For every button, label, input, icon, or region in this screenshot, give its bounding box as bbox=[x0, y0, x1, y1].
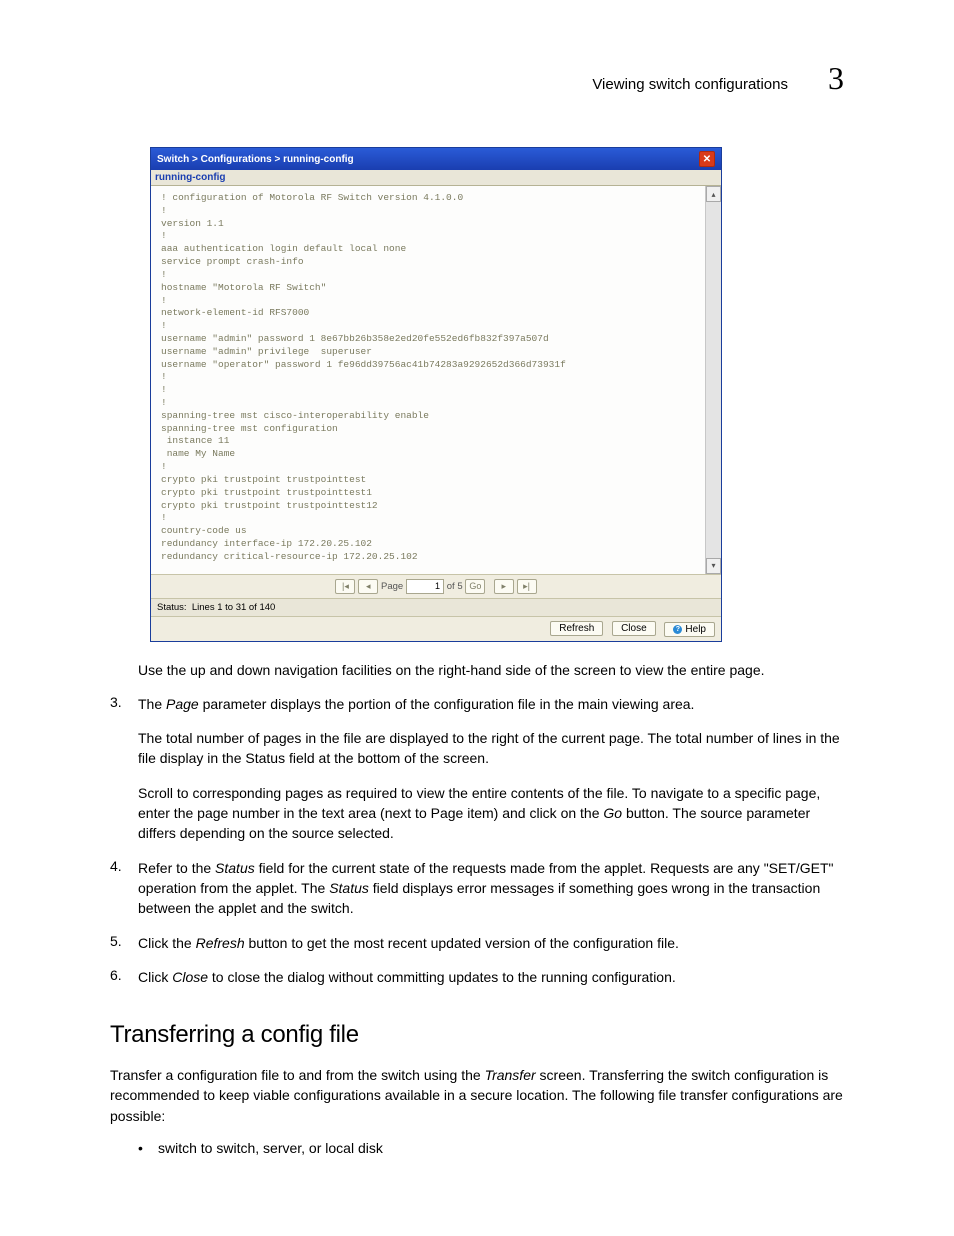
help-button[interactable]: ?Help bbox=[664, 622, 715, 637]
bullet-text: switch to switch, server, or local disk bbox=[158, 1140, 383, 1156]
go-button[interactable]: Go bbox=[465, 579, 485, 594]
transfer-paragraph: Transfer a configuration file to and fro… bbox=[110, 1065, 844, 1126]
list-number: 5. bbox=[110, 933, 138, 953]
dialog-titlebar: Switch > Configurations > running-config… bbox=[151, 148, 721, 170]
paginator: |◂ ◂ Page of 5 Go ▸ ▸| bbox=[151, 574, 721, 598]
first-page-button[interactable]: |◂ bbox=[335, 579, 355, 594]
step-3-text: The Page parameter displays the portion … bbox=[138, 694, 844, 714]
page-label: Page bbox=[381, 581, 403, 592]
header-title: Viewing switch configurations bbox=[592, 76, 788, 93]
config-viewer: ! configuration of Motorola RF Switch ve… bbox=[151, 186, 721, 574]
breadcrumb: Switch > Configurations > running-config bbox=[157, 154, 354, 165]
config-dialog: Switch > Configurations > running-config… bbox=[150, 147, 722, 642]
refresh-button[interactable]: Refresh bbox=[550, 621, 603, 636]
caption-text: Use the up and down navigation facilitie… bbox=[138, 660, 844, 680]
step-5: 5. Click the Refresh button to get the m… bbox=[110, 933, 844, 953]
scroll-thumb[interactable] bbox=[706, 202, 721, 558]
prev-page-button[interactable]: ◂ bbox=[358, 579, 378, 594]
last-page-button[interactable]: ▸| bbox=[517, 579, 537, 594]
close-button[interactable]: Close bbox=[612, 621, 656, 636]
status-text: Lines 1 to 31 of 140 bbox=[192, 602, 275, 613]
step-3: 3. The Page parameter displays the porti… bbox=[110, 694, 844, 844]
step-6: 6. Click Close to close the dialog witho… bbox=[110, 967, 844, 987]
chapter-number: 3 bbox=[828, 60, 844, 97]
list-number: 4. bbox=[110, 858, 138, 919]
config-text: ! configuration of Motorola RF Switch ve… bbox=[151, 186, 705, 574]
step-6-text: Click Close to close the dialog without … bbox=[138, 967, 844, 987]
scroll-up-icon[interactable]: ▴ bbox=[706, 186, 721, 202]
page-of-label: of 5 bbox=[447, 581, 463, 592]
help-icon: ? bbox=[673, 625, 682, 634]
dialog-buttons: Refresh Close ?Help bbox=[151, 616, 721, 641]
list-number: 3. bbox=[110, 694, 138, 844]
list-number: 6. bbox=[110, 967, 138, 987]
close-icon[interactable]: ✕ bbox=[699, 151, 715, 167]
scrollbar[interactable]: ▴ ▾ bbox=[705, 186, 721, 574]
step-4-text: Refer to the Status field for the curren… bbox=[138, 858, 844, 919]
status-bar: Status: Lines 1 to 31 of 140 bbox=[151, 598, 721, 616]
step-4: 4. Refer to the Status field for the cur… bbox=[110, 858, 844, 919]
dialog-subtitle: running-config bbox=[151, 170, 721, 186]
step-5-text: Click the Refresh button to get the most… bbox=[138, 933, 844, 953]
step-3-p3: Scroll to corresponding pages as require… bbox=[138, 783, 844, 844]
bullet-1: • switch to switch, server, or local dis… bbox=[138, 1140, 844, 1156]
scroll-down-icon[interactable]: ▾ bbox=[706, 558, 721, 574]
status-label: Status: bbox=[157, 602, 187, 613]
step-3-p2: The total number of pages in the file ar… bbox=[138, 728, 844, 769]
bullet-icon: • bbox=[138, 1140, 158, 1156]
next-page-button[interactable]: ▸ bbox=[494, 579, 514, 594]
page-header: Viewing switch configurations 3 bbox=[110, 60, 844, 97]
page-input[interactable] bbox=[406, 579, 444, 594]
section-heading: Transferring a config file bbox=[110, 1021, 844, 1049]
